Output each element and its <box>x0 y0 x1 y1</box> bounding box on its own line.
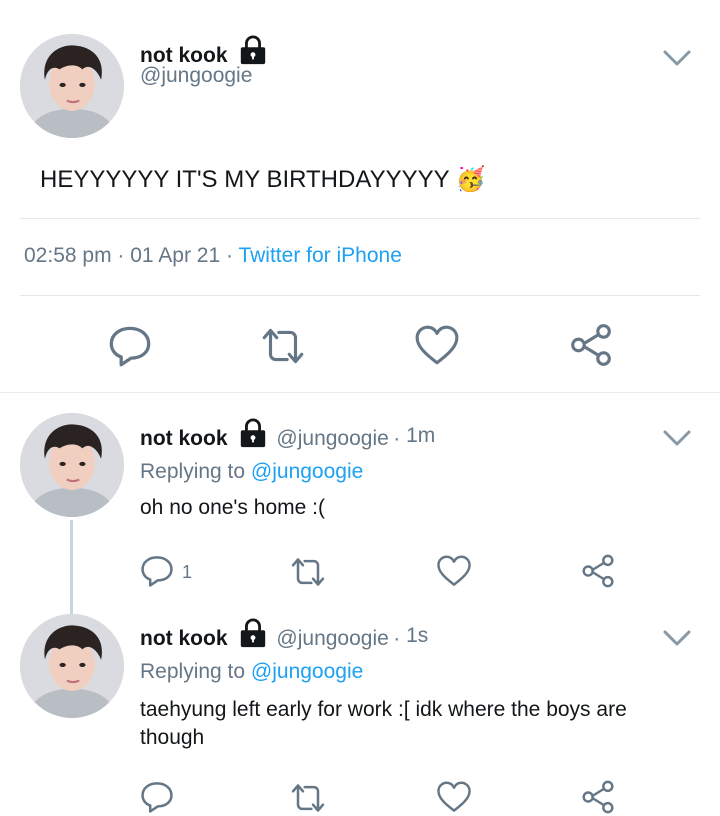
replying-to: Replying to @jungoogie <box>140 460 363 484</box>
reply-text-line: though <box>140 726 205 749</box>
tweet-body: HEYYYYYY IT'S MY BIRTHDAYYYYY <box>40 166 450 193</box>
display-name[interactable]: not kook <box>140 427 228 450</box>
user-handle[interactable]: @jungoogie <box>140 64 252 88</box>
tweet-date: 01 Apr 21 <box>130 244 221 267</box>
meta-separator: · <box>393 627 407 650</box>
reply-text: taehyung left early for work :[ idk wher… <box>140 696 627 752</box>
tweet-meta: 02:58 pm · 01 Apr 21 · Twitter for iPhon… <box>24 244 402 268</box>
replying-to-prefix: Replying to <box>140 660 246 683</box>
like-icon[interactable] <box>414 325 460 367</box>
tweet-time: 02:58 pm <box>24 244 112 267</box>
lock-icon <box>238 35 268 65</box>
like-icon[interactable] <box>436 781 472 814</box>
retweet-icon[interactable] <box>288 555 328 589</box>
retweet-icon[interactable] <box>258 325 308 367</box>
replying-to-prefix: Replying to <box>140 460 246 483</box>
party-face-emoji: 🥳 <box>455 166 486 193</box>
reply-icon[interactable] <box>108 324 152 368</box>
user-handle[interactable]: @jungoogie <box>276 627 388 650</box>
reply-text-line: taehyung left early for work :[ idk wher… <box>140 698 627 721</box>
display-name[interactable]: not kook <box>140 627 228 650</box>
meta-separator: · <box>117 244 125 267</box>
reply-icon[interactable] <box>140 780 174 814</box>
reply-count: 1 <box>182 562 193 582</box>
share-icon[interactable] <box>580 553 616 589</box>
section-divider <box>0 392 720 393</box>
share-icon[interactable] <box>580 779 616 815</box>
reply-icon[interactable] <box>140 554 174 588</box>
meta-separator: · <box>393 427 407 450</box>
chevron-down-icon[interactable] <box>662 628 692 648</box>
tweet-age: 1s <box>406 624 429 647</box>
meta-separator: · <box>226 244 233 267</box>
like-icon[interactable] <box>436 555 472 588</box>
chevron-down-icon[interactable] <box>662 48 692 68</box>
tweet-age: 1m <box>406 424 436 447</box>
replying-to-link[interactable]: @jungoogie <box>251 460 363 483</box>
reply-author-line: not kook @jungoogie · 1s <box>140 618 428 651</box>
divider <box>20 218 700 219</box>
avatar[interactable] <box>20 34 124 138</box>
retweet-icon[interactable] <box>288 781 328 815</box>
avatar[interactable] <box>20 614 124 718</box>
user-handle[interactable]: @jungoogie <box>276 427 388 450</box>
replying-to: Replying to @jungoogie <box>140 660 363 684</box>
replying-to-link[interactable]: @jungoogie <box>251 660 363 683</box>
reply-text: oh no one's home :( <box>140 496 325 519</box>
tweet-client-link[interactable]: Twitter for iPhone <box>238 244 401 267</box>
thread-connector <box>70 520 73 614</box>
chevron-down-icon[interactable] <box>662 428 692 448</box>
share-icon[interactable] <box>568 322 614 368</box>
lock-icon <box>238 418 268 448</box>
tweet-text: HEYYYYYY IT'S MY BIRTHDAYYYYY 🥳 <box>40 165 486 194</box>
reply-author-line: not kook @jungoogie · 1m <box>140 418 435 451</box>
lock-icon <box>238 618 268 648</box>
divider <box>20 295 700 296</box>
avatar[interactable] <box>20 413 124 517</box>
